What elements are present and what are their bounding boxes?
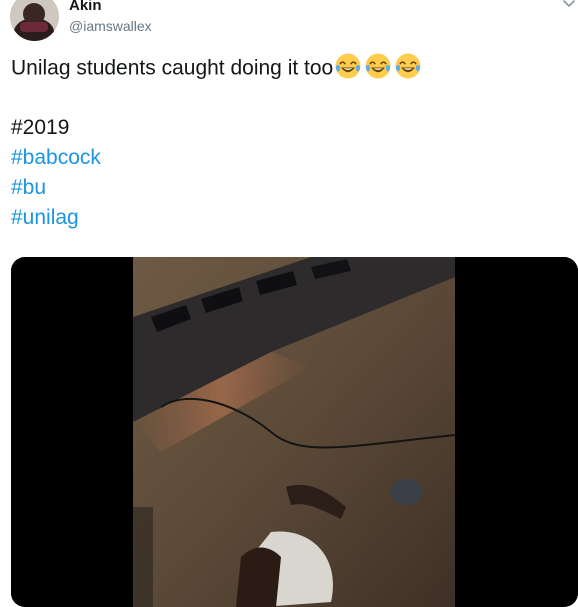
hashtag-link[interactable]: #babcock — [11, 145, 101, 171]
tears-of-joy-emoji-icon — [365, 53, 391, 79]
hashtag-link[interactable]: #bu — [11, 175, 46, 201]
hashtag-link[interactable]: #unilag — [11, 205, 79, 231]
emoji-group — [334, 52, 422, 80]
video-player[interactable] — [11, 257, 578, 607]
author-name[interactable]: Akin — [69, 0, 102, 14]
avatar[interactable] — [10, 0, 59, 41]
tears-of-joy-emoji-icon — [335, 53, 361, 79]
video-frame — [11, 257, 578, 607]
tweet-header: Akin @iamswallex — [0, 0, 578, 50]
tweet-text: Unilag students caught doing it too — [11, 52, 422, 83]
tears-of-joy-emoji-icon — [395, 53, 421, 79]
plain-tag: #2019 — [11, 116, 70, 139]
tweet-text-main: Unilag students caught doing it too — [11, 56, 334, 80]
author-handle[interactable]: @iamswallex — [69, 18, 152, 34]
chevron-down-icon[interactable] — [562, 0, 576, 10]
